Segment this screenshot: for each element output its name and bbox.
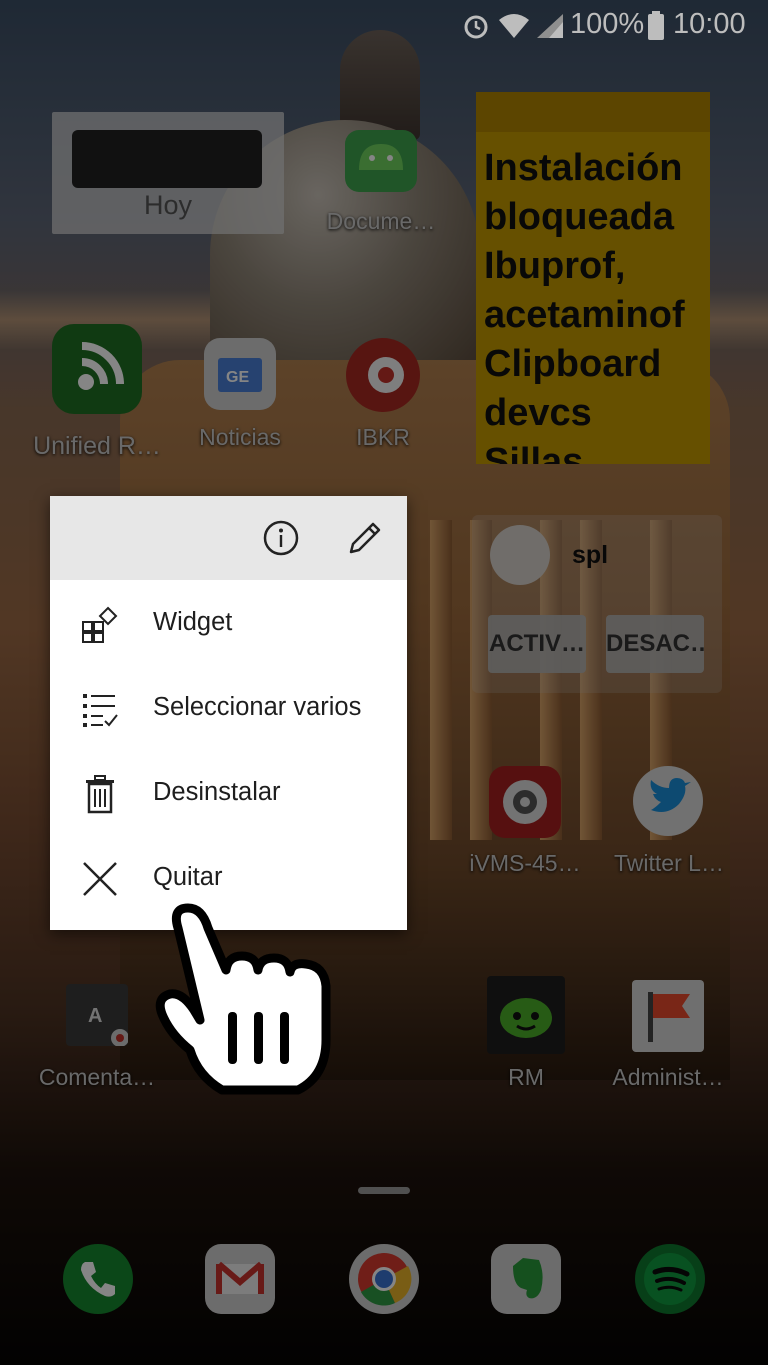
alarm-icon bbox=[464, 15, 488, 39]
hand-pointer-icon bbox=[155, 903, 331, 1095]
signal-icon bbox=[537, 14, 563, 38]
menu-item-label: Widget bbox=[153, 608, 233, 636]
close-icon bbox=[83, 862, 117, 896]
menu-item-label: Desinstalar bbox=[153, 778, 281, 806]
battery-icon bbox=[648, 11, 664, 40]
edit-icon bbox=[349, 522, 381, 554]
menu-item-widget[interactable]: Widget bbox=[50, 580, 407, 665]
edit-button[interactable] bbox=[343, 516, 387, 560]
battery-percent: 100% bbox=[570, 8, 645, 40]
status-bar: 100% 10:00 bbox=[0, 0, 768, 50]
menu-item-label: Seleccionar varios bbox=[153, 693, 362, 721]
app-context-menu: Widget Seleccionar varios Desinstalar Qu… bbox=[50, 496, 407, 930]
app-info-button[interactable] bbox=[259, 516, 303, 560]
info-icon bbox=[263, 520, 299, 556]
menu-item-uninstall[interactable]: Desinstalar bbox=[50, 750, 407, 835]
wifi-icon bbox=[499, 14, 529, 38]
menu-header bbox=[50, 496, 407, 580]
clock: 10:00 bbox=[673, 8, 746, 40]
menu-item-select-multiple[interactable]: Seleccionar varios bbox=[50, 665, 407, 750]
trash-icon bbox=[86, 775, 114, 814]
menu-item-label: Quitar bbox=[153, 863, 223, 891]
select-multiple-icon bbox=[83, 694, 118, 727]
widget-icon bbox=[82, 606, 118, 643]
